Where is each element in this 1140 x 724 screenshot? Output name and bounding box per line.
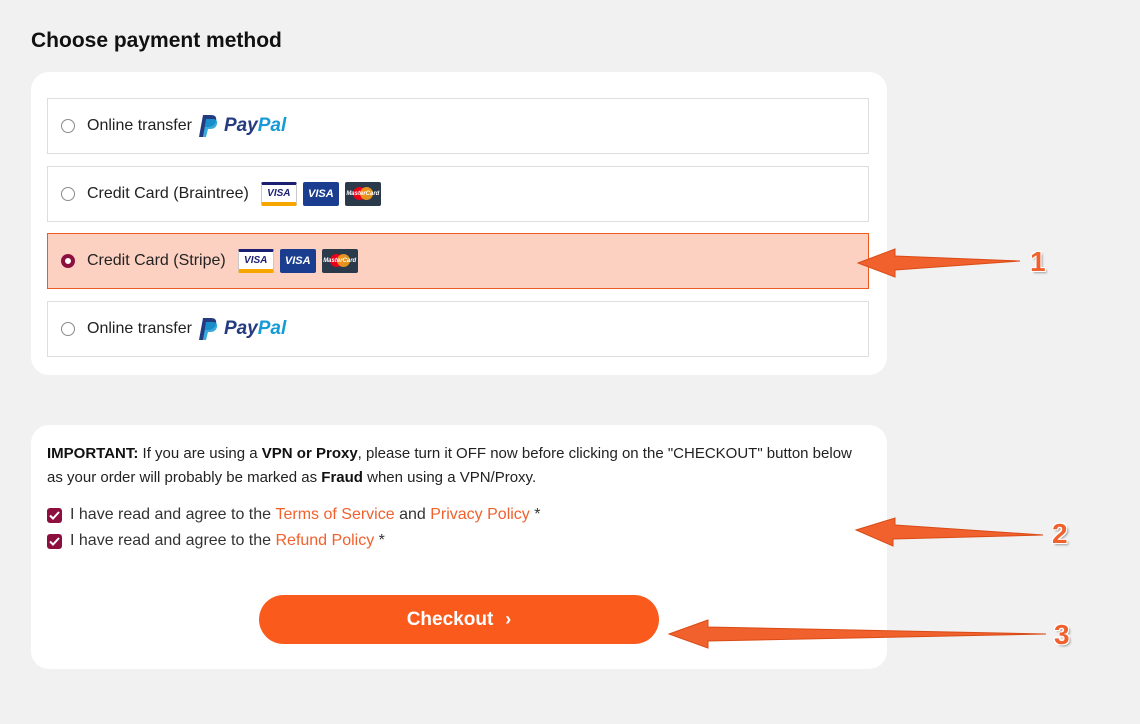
page-title: Choose payment method <box>31 29 282 52</box>
vpn-label: VPN or Proxy <box>261 445 358 462</box>
notice-text: If you are using a <box>138 445 262 462</box>
checkout-button[interactable]: Checkout › <box>259 595 659 644</box>
annotation-arrow-3 <box>667 619 1047 649</box>
required-mark: * <box>374 532 385 549</box>
visa-electron-icon: VISA <box>260 182 297 206</box>
fraud-label: Fraud <box>321 469 363 486</box>
paypal-icon <box>198 318 218 340</box>
terms-of-service-link[interactable]: Terms of Service <box>275 506 394 524</box>
payment-option-paypal-2[interactable]: Online transfer PayPal <box>47 301 869 357</box>
annotation-arrow-2 <box>854 517 1044 547</box>
terms-checkbox[interactable] <box>47 507 62 523</box>
refund-checkbox[interactable] <box>47 533 62 549</box>
annotation-number-3: 3 <box>1054 619 1070 650</box>
required-mark: * <box>529 506 541 523</box>
privacy-policy-link[interactable]: Privacy Policy <box>430 506 530 524</box>
payment-option-label: Online transfer <box>87 320 192 337</box>
vpn-warning-notice: IMPORTANT: If you are using a VPN or Pro… <box>47 442 867 490</box>
paypal-logo: PayPal <box>198 317 286 341</box>
check-icon <box>49 510 60 520</box>
mastercard-icon: MasterCard <box>344 182 381 206</box>
payment-option-label: Credit Card (Braintree) <box>87 185 249 202</box>
paypal-logo: PayPal <box>198 114 286 138</box>
checkout-label: Checkout <box>406 608 494 630</box>
radio-button-selected[interactable] <box>61 254 75 268</box>
visa-icon: VISA <box>302 182 339 206</box>
important-label: IMPORTANT: <box>47 445 139 462</box>
mastercard-icon: MasterCard <box>321 249 358 273</box>
check-icon <box>49 536 60 546</box>
paypal-icon <box>198 115 218 137</box>
annotation-arrow-1 <box>856 248 1021 278</box>
chevron-right-icon: › <box>505 609 512 629</box>
refund-policy-link[interactable]: Refund Policy <box>275 532 374 550</box>
visa-electron-icon: VISA <box>237 249 274 273</box>
notice-text: when using a VPN/Proxy. <box>362 469 537 486</box>
visa-icon: VISA <box>279 249 316 273</box>
terms-middle: and <box>394 506 431 523</box>
annotation-number-2: 2 <box>1052 518 1068 549</box>
refund-prefix: I have read and agree to the <box>70 532 276 549</box>
radio-button[interactable] <box>61 187 75 201</box>
paypal-wordmark: PayPal <box>223 115 287 136</box>
terms-prefix: I have read and agree to the <box>70 506 276 523</box>
payment-methods-card: Online transfer PayPal Credit Card (Brai… <box>31 72 887 375</box>
paypal-wordmark: PayPal <box>223 318 287 339</box>
radio-button[interactable] <box>61 322 75 336</box>
payment-option-label: Online transfer <box>87 117 192 134</box>
terms-agreement: I have read and agree to the Terms of Se… <box>47 506 540 524</box>
payment-option-braintree[interactable]: Credit Card (Braintree) VISA VISA Master… <box>47 166 869 222</box>
radio-button[interactable] <box>61 119 75 133</box>
payment-option-stripe[interactable]: Credit Card (Stripe) VISA VISA MasterCar… <box>47 233 869 289</box>
refund-agreement: I have read and agree to the Refund Poli… <box>47 532 385 550</box>
payment-option-label: Credit Card (Stripe) <box>87 252 226 269</box>
annotation-number-1: 1 <box>1030 246 1046 277</box>
payment-option-paypal-1[interactable]: Online transfer PayPal <box>47 98 869 154</box>
